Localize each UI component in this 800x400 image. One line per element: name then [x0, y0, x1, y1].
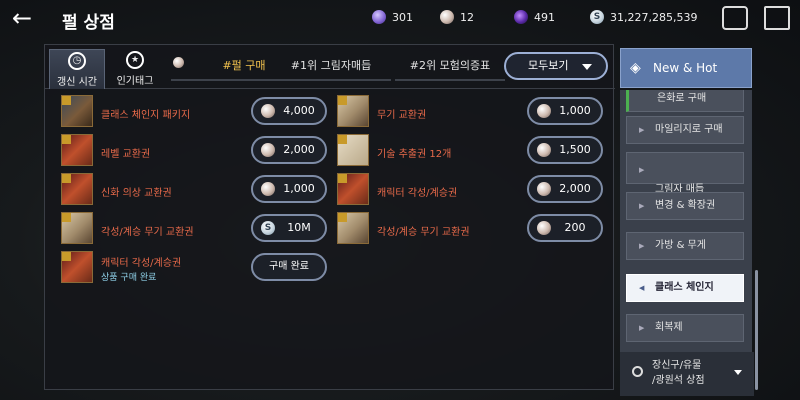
pearl-icon [537, 221, 551, 235]
exit-icon[interactable] [764, 6, 790, 30]
tab-adventure-token[interactable]: #2위 모험의증표 [395, 57, 505, 81]
view-filter-dropdown[interactable]: 모두보기 [504, 52, 608, 80]
new-hot-button[interactable]: New & Hot [620, 48, 752, 88]
price-button[interactable]: 2,000 [251, 136, 327, 164]
accessory-shop-dropdown[interactable]: 장신구/유물 /광원석 상점 [620, 352, 754, 396]
purchase-status: 상품 구매 완료 [101, 273, 157, 283]
category-sidebar: New & Hot 은화로 구매 ▶ 마일리지로 구매 ▶ 그림자 매듭 & 크… [618, 44, 754, 394]
clock-icon: ◷ [68, 52, 86, 70]
triangle-icon: ▶ [639, 242, 645, 250]
chevron-down-icon [582, 64, 592, 70]
currency-shadow: 491 [514, 10, 555, 24]
currency-silver: S 31,227,285,539 [590, 10, 697, 24]
item-thumbnail [61, 134, 93, 166]
sidebar-scrollbar[interactable] [755, 270, 758, 390]
shop-item[interactable]: 각성/계승 무기 교환권 200 [337, 212, 607, 248]
silver-icon: S [590, 10, 604, 24]
triangle-icon: ▶ [639, 202, 645, 210]
purchase-complete-button[interactable]: 구매 완료 [251, 253, 327, 281]
pearl-icon [261, 182, 275, 196]
shop-item[interactable]: 기술 추출권 12개 1,500 [337, 134, 607, 170]
sidebar-item-shadow-knot[interactable]: ▶ 그림자 매듭 & 크론석 [626, 152, 744, 209]
pearl-icon [173, 57, 184, 68]
item-thumbnail [61, 212, 93, 244]
sidebar-item-mileage[interactable]: ▶ 마일리지로 구매 [626, 116, 744, 144]
tab-shadow-knot[interactable]: #1위 그림자매듭 [271, 57, 391, 81]
item-thumbnail [337, 95, 369, 127]
sidebar-item-silver-buy[interactable]: 은화로 구매 [626, 90, 744, 112]
price-button[interactable]: 200 [527, 214, 603, 242]
sidebar-item-class-change[interactable]: ◀ 클래스 체인지 [626, 274, 744, 302]
triangle-icon: ▶ [639, 126, 645, 134]
silver-icon: S [261, 221, 275, 235]
shop-item[interactable]: 신화 의상 교환권 1,000 [61, 173, 331, 209]
pearl-icon [537, 182, 551, 196]
moonstone-icon [372, 10, 386, 24]
back-arrow-icon[interactable]: ← [12, 6, 42, 32]
tab-popular-tags[interactable]: ★ 인기태그 [107, 49, 163, 89]
sidebar-item-change-expand[interactable]: ▶ 변경 & 확장권 [626, 192, 744, 220]
item-thumbnail [61, 251, 93, 283]
pearl-icon [440, 10, 454, 24]
shadow-coin-icon [514, 10, 528, 24]
currency-pearl: 12 [440, 10, 474, 24]
triangle-icon: ▶ [639, 324, 645, 332]
star-icon: ★ [126, 51, 144, 69]
tab-refresh-time[interactable]: ◷ 갱신 시간 [49, 49, 105, 89]
price-button[interactable]: S 10M [251, 214, 327, 242]
pearl-icon [261, 104, 275, 118]
triangle-left-icon: ◀ [639, 284, 645, 292]
sidebar-list[interactable]: 은화로 구매 ▶ 마일리지로 구매 ▶ 그림자 매듭 & 크론석 ▶ 변경 & … [620, 90, 752, 394]
top-bar: ← 펄 상점 301 12 491 S 31,227,285,539 [0, 0, 800, 36]
sidebar-item-bag-weight[interactable]: ▶ 가방 & 무게 [626, 232, 744, 260]
shop-item[interactable]: 캐릭터 각성/계승권 2,000 [337, 173, 607, 209]
shop-item[interactable]: 무기 교환권 1,000 [337, 95, 607, 131]
chevron-down-icon [734, 370, 742, 375]
pearl-icon [537, 143, 551, 157]
category-tabs: ◷ 갱신 시간 ★ 인기태그 #펄 구매 #1위 그림자매듭 #2위 모험의증표… [45, 45, 615, 89]
shop-item-purchased[interactable]: 캐릭터 각성/계승권 상품 구매 완료 구매 완료 [61, 251, 331, 287]
price-button[interactable]: 1,500 [527, 136, 603, 164]
price-button[interactable]: 2,000 [527, 175, 603, 203]
ring-icon [632, 366, 643, 377]
inventory-box-icon[interactable] [722, 6, 748, 30]
shop-item[interactable]: 각성/계승 무기 교환권 S 10M [61, 212, 331, 248]
currency-moonstone: 301 [372, 10, 413, 24]
price-button[interactable]: 1,000 [527, 97, 603, 125]
price-button[interactable]: 1,000 [251, 175, 327, 203]
item-thumbnail [61, 173, 93, 205]
shop-item[interactable]: 레벨 교환권 2,000 [61, 134, 331, 170]
item-thumbnail [337, 134, 369, 166]
item-thumbnail [61, 95, 93, 127]
price-button[interactable]: 4,000 [251, 97, 327, 125]
pearl-icon [261, 143, 275, 157]
shop-panel: ◷ 갱신 시간 ★ 인기태그 #펄 구매 #1위 그림자매듭 #2위 모험의증표… [44, 44, 615, 390]
item-thumbnail [337, 212, 369, 244]
shop-item[interactable]: 클래스 체인지 패키지 4,000 [61, 95, 331, 131]
item-thumbnail [337, 173, 369, 205]
pearl-icon [537, 104, 551, 118]
page-title: 펄 상점 [62, 13, 115, 33]
sidebar-item-potion[interactable]: ▶ 회복제 [626, 314, 744, 342]
triangle-icon: ▶ [639, 166, 645, 174]
